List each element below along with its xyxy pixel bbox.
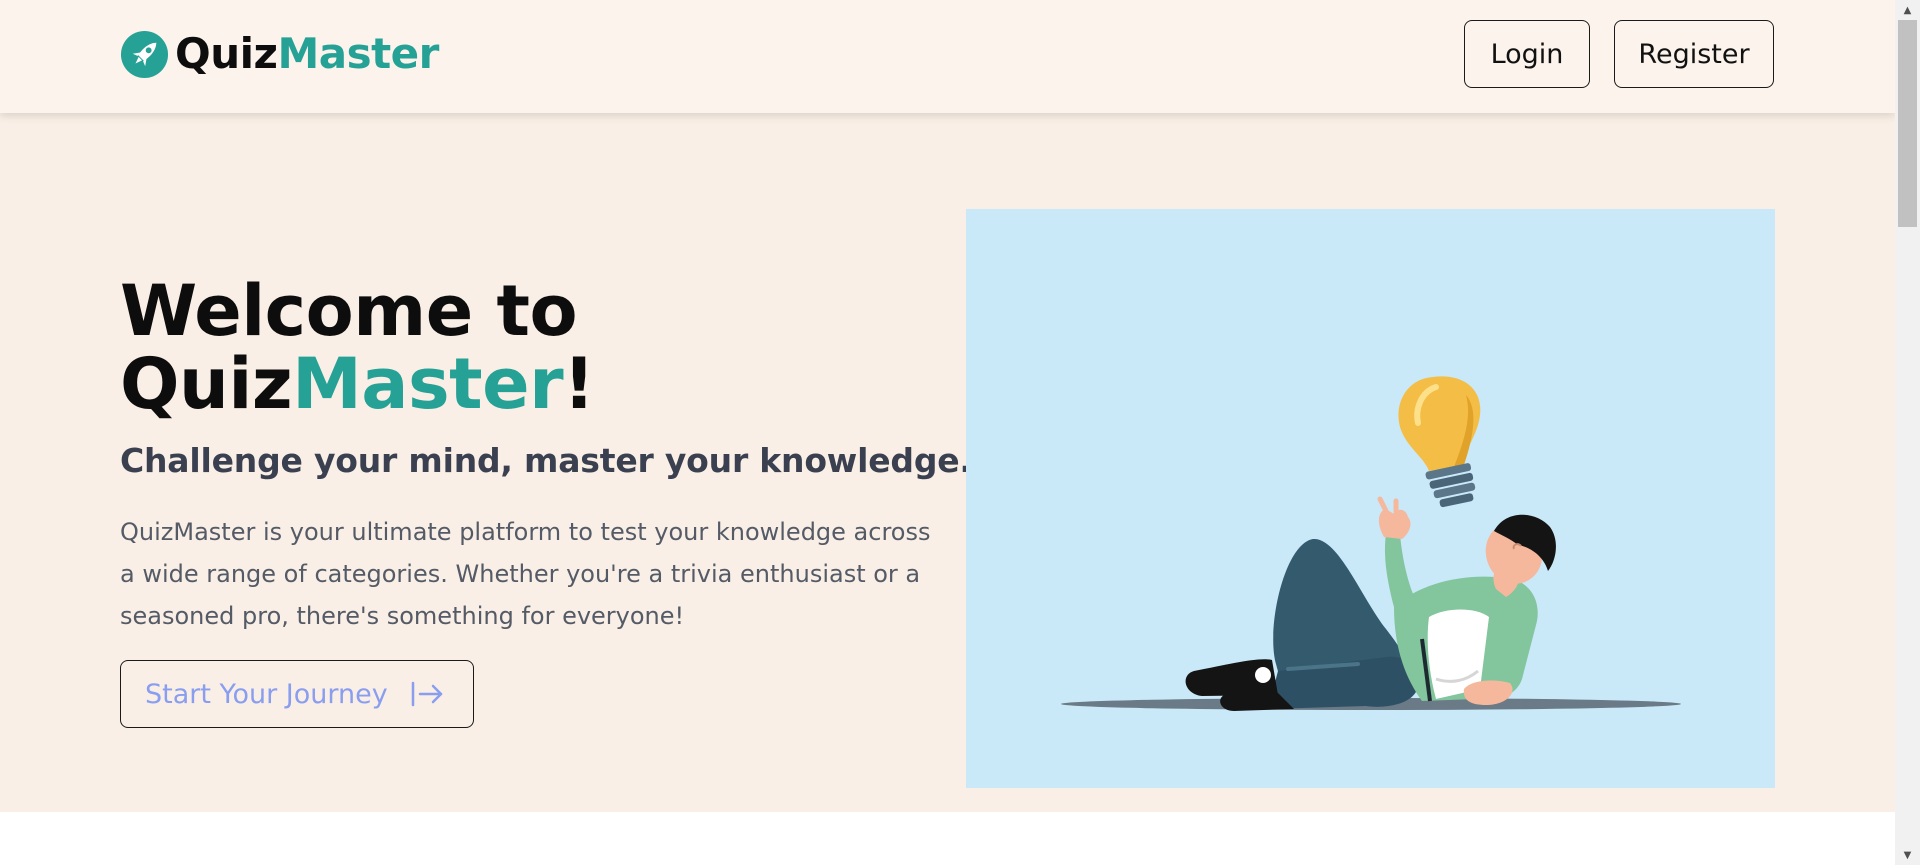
hero-title-line1: Welcome to — [120, 270, 578, 352]
hero-title: Welcome to QuizMaster! — [120, 275, 595, 421]
scroll-up-arrow-icon[interactable]: ▲ — [1895, 0, 1920, 20]
hero-title-brand-part2: Master — [292, 343, 564, 425]
arrow-right-to-bar-icon — [411, 681, 442, 707]
man-with-lightbulb-illustration — [1061, 376, 1681, 711]
page-viewport: QuizMaster Login Register Welcome to Qui… — [0, 0, 1895, 865]
brand-name-part2: Master — [277, 29, 439, 78]
hero-subtitle: Challenge your mind, master your knowled… — [120, 441, 972, 480]
man-figure — [1185, 496, 1556, 711]
start-journey-label: Start Your Journey — [145, 678, 388, 710]
site-header: QuizMaster Login Register — [0, 0, 1895, 113]
page-scrollbar[interactable]: ▲ ▼ — [1895, 0, 1920, 865]
rocket-icon — [120, 30, 169, 78]
hero-section: Welcome to QuizMaster! Challenge your mi… — [0, 113, 1895, 812]
register-button[interactable]: Register — [1614, 20, 1774, 88]
login-button[interactable]: Login — [1464, 20, 1590, 88]
brand-name-part1: Quiz — [175, 29, 278, 78]
scroll-down-arrow-icon[interactable]: ▼ — [1895, 845, 1920, 865]
scrollbar-thumb[interactable] — [1898, 20, 1917, 227]
hero-title-brand-part1: Quiz — [120, 343, 293, 425]
hero-title-suffix: ! — [563, 343, 595, 425]
brand-name: QuizMaster — [175, 33, 439, 75]
start-journey-button[interactable]: Start Your Journey — [120, 660, 474, 728]
brand-logo[interactable]: QuizMaster — [120, 28, 439, 80]
hero-description: QuizMaster is your ultimate platform to … — [120, 518, 931, 630]
lightbulb-icon — [1398, 376, 1481, 508]
hero-illustration — [966, 209, 1775, 788]
